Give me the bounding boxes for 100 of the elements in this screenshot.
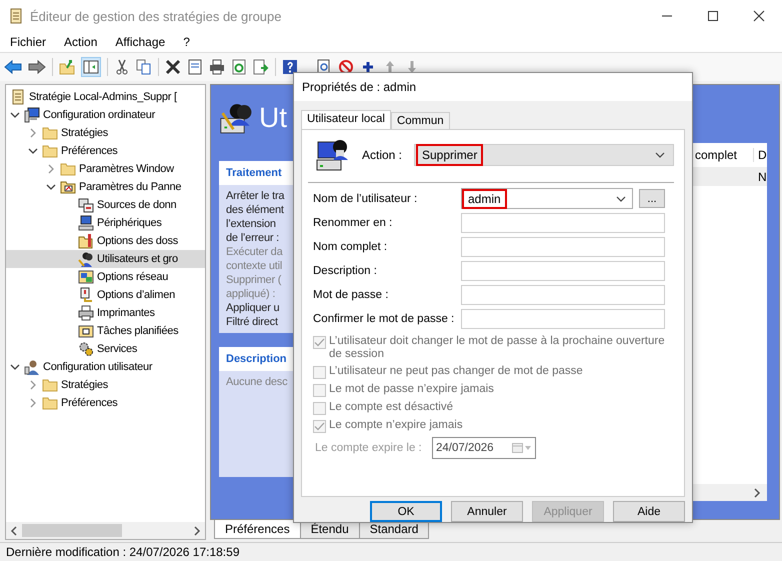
properties-icon[interactable]	[187, 59, 203, 75]
tree-item[interactable]: Périphériques	[6, 214, 205, 232]
database-icon	[78, 197, 94, 213]
chevron-down-icon[interactable]	[655, 150, 665, 159]
gears-icon	[78, 341, 94, 357]
tree-item[interactable]: Options réseau	[6, 268, 205, 286]
action-dropdown[interactable]: Supprimer	[414, 144, 674, 166]
menu-item[interactable]: ?	[177, 35, 196, 49]
tree-item[interactable]: Tâches planifiées	[6, 322, 205, 340]
help-icon[interactable]	[282, 59, 298, 75]
field-label: Le compte expire le :	[315, 442, 423, 454]
chevron-left-icon[interactable]	[10, 526, 18, 536]
scroll-icon	[10, 89, 26, 105]
input-field[interactable]	[461, 260, 665, 281]
chevron-down-icon[interactable]	[46, 182, 56, 192]
no-entry-icon[interactable]	[338, 59, 354, 75]
delete-icon[interactable]	[165, 59, 181, 75]
chevron-right-icon[interactable]	[28, 128, 38, 138]
setting-value: contexte util	[226, 259, 282, 273]
users-icon	[78, 251, 94, 267]
tree-item[interactable]: Utilisateurs et gro	[6, 250, 205, 268]
field-label: Action :	[362, 148, 404, 162]
network-icon	[78, 269, 94, 285]
setting-label: de l’erreur :	[226, 231, 280, 245]
chevron-down-icon[interactable]	[28, 146, 38, 156]
close-icon[interactable]	[753, 10, 765, 22]
setting-label: des élément	[226, 203, 284, 217]
folder-up-icon[interactable]	[59, 59, 75, 75]
menu-item[interactable]: Action	[58, 35, 104, 49]
input-field[interactable]	[461, 308, 665, 329]
chevron-right-icon[interactable]	[46, 164, 56, 174]
menu-item[interactable]: Affichage	[109, 35, 172, 49]
dialog-button[interactable]: OK	[370, 501, 442, 522]
field-label: Nom complet :	[313, 240, 388, 253]
tree-item[interactable]: Configuration ordinateur	[6, 106, 205, 124]
view-tab[interactable]: Préférences	[214, 520, 301, 539]
dialog-title: Propriétés de : admin	[294, 73, 692, 101]
pane-icon[interactable]	[81, 57, 101, 77]
browse-button[interactable]: ...	[639, 189, 665, 208]
setting-value: Aucune desc	[226, 375, 288, 389]
input-field[interactable]	[461, 212, 665, 233]
field-label: Mot de passe :	[313, 288, 390, 301]
tree-item[interactable]: Imprimantes	[6, 304, 205, 322]
username-combo[interactable]: admin	[461, 188, 633, 210]
setting-value: Exécuter da	[226, 245, 283, 259]
tree-item[interactable]: Stratégie Local-Admins_Suppr [	[6, 88, 205, 106]
tree-item[interactable]: Stratégies	[6, 376, 205, 394]
chevron-down-icon[interactable]	[616, 194, 626, 203]
status-text: Dernière modification : 24/07/2026 17:18:59	[6, 545, 240, 559]
chevron-right-icon[interactable]	[193, 526, 201, 536]
window-title: Éditeur de gestion des stratégies de groupe	[30, 8, 282, 24]
back-arrow-icon[interactable]	[4, 59, 22, 75]
maximize-icon[interactable]	[707, 10, 719, 22]
tree-item[interactable]: Configuration utilisateur	[6, 358, 205, 376]
pane-title: Ut	[259, 102, 287, 134]
field-label: Description :	[313, 264, 378, 277]
list-row[interactable]: N	[691, 168, 767, 186]
scrollbar-thumb[interactable]	[22, 524, 122, 537]
forward-arrow-icon[interactable]	[28, 59, 46, 75]
user-computer-icon	[316, 138, 350, 172]
tree-item[interactable]: Options d’alimen	[6, 286, 205, 304]
tree-item[interactable]: Préférences	[6, 394, 205, 412]
tree-item[interactable]: Options des doss	[6, 232, 205, 250]
export-icon[interactable]	[253, 59, 269, 75]
checkbox-label: Le compte est désactivé	[329, 400, 454, 414]
scissors-icon[interactable]	[114, 59, 130, 75]
dialog-tab[interactable]: Commun	[390, 112, 450, 129]
dialog-tab[interactable]: Utilisateur local	[301, 110, 391, 129]
computer-icon	[24, 107, 40, 123]
plus-icon[interactable]	[360, 59, 376, 75]
tree-item[interactable]: Paramètres du Panne	[6, 178, 205, 196]
tree-item[interactable]: Préférences	[6, 142, 205, 160]
printer-icon[interactable]	[209, 59, 225, 75]
copy-icon[interactable]	[136, 59, 152, 75]
refresh-icon[interactable]	[231, 59, 247, 75]
setting-label: l’extension	[226, 217, 276, 231]
dialog-button[interactable]: Annuler	[451, 501, 523, 522]
checkbox-label: Le compte n’expire jamais	[329, 418, 464, 432]
setting-label: Arrêter le tra	[226, 189, 284, 203]
dialog-button[interactable]: Aide	[613, 501, 685, 522]
tree-item[interactable]: Paramètres Window	[6, 160, 205, 178]
column-header[interactable]: D	[754, 148, 767, 162]
setting-label: Filtré direct	[226, 315, 278, 329]
setting-label: Appliquer u	[226, 301, 280, 315]
setting-value: appliqué) :	[226, 287, 276, 301]
input-field[interactable]	[461, 284, 665, 305]
chevron-down-icon[interactable]	[10, 110, 20, 120]
chevron-down-icon[interactable]	[10, 362, 20, 372]
tree-item[interactable]: Sources de donn	[6, 196, 205, 214]
computer-icon	[78, 215, 94, 231]
input-field[interactable]	[461, 236, 665, 257]
tree-item[interactable]: Stratégies	[6, 124, 205, 142]
menu-item[interactable]: Fichier	[4, 35, 52, 49]
table-cell: N	[758, 170, 767, 184]
chevron-right-icon[interactable]	[753, 488, 761, 498]
horizontal-scrollbar[interactable]	[6, 522, 205, 539]
checkbox-label: L’utilisateur doit changer le mot de passe à la prochaine ouverture de session	[329, 334, 666, 361]
user-icon	[24, 359, 40, 375]
setting-value: Supprimer (	[226, 273, 282, 287]
tree-item[interactable]: Services	[6, 340, 205, 358]
